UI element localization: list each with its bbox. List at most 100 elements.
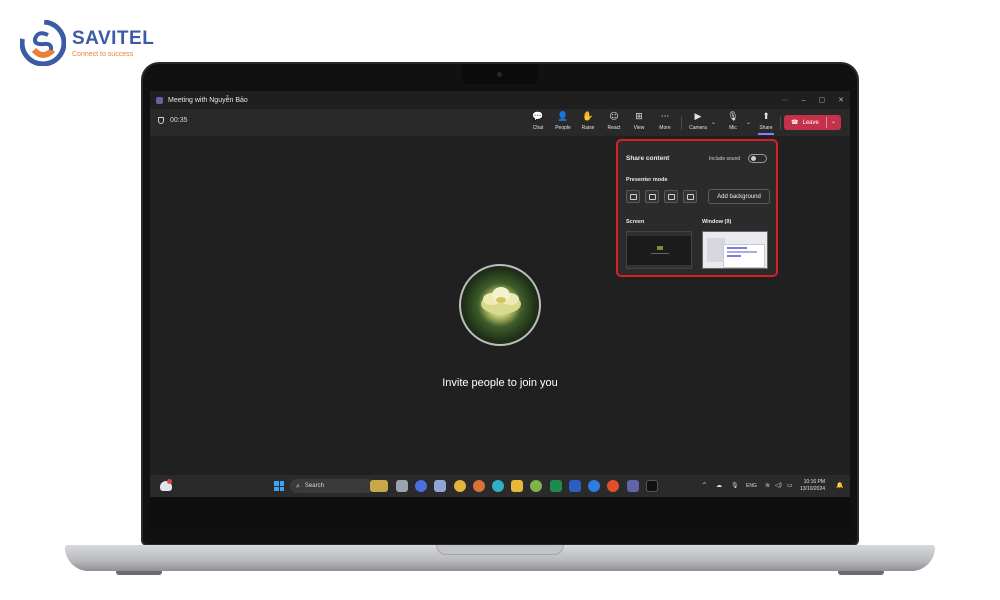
lotus-flower-image — [481, 287, 521, 314]
window-controls: ··· – ▢ ✕ — [782, 91, 844, 109]
camera-button[interactable]: ▶ Camera — [686, 112, 710, 134]
microphone-icon[interactable]: 🎙 — [731, 482, 739, 489]
brand-tagline: Connect to success — [72, 51, 134, 58]
brand-name: SAVITEL — [72, 28, 155, 49]
screen-thumbnail[interactable] — [626, 231, 692, 269]
raise-hand-button[interactable]: ✋ Raise — [576, 112, 600, 134]
edge-icon[interactable] — [492, 480, 504, 492]
thumbnail-avatar — [657, 246, 663, 250]
search-label: Search — [304, 483, 324, 489]
volume-icon[interactable]: ◁) — [775, 482, 782, 489]
react-button[interactable]: ☺ React — [602, 112, 626, 134]
file-explorer-icon[interactable] — [396, 480, 408, 492]
notification-bell-icon[interactable]: 🔔 — [836, 482, 843, 489]
reporter-mode-button[interactable] — [683, 190, 697, 203]
window-section-label: Window (9) — [702, 219, 732, 225]
clock-date: 13/10/2024 — [800, 486, 826, 492]
wifi-icon[interactable]: ≋ — [765, 482, 770, 489]
presenter-mode-label: Presenter mode — [626, 177, 668, 183]
folder-icon[interactable] — [511, 480, 523, 492]
include-sound-toggle[interactable] — [748, 154, 767, 163]
close-button[interactable]: ✕ — [838, 96, 844, 104]
chrome-icon[interactable] — [454, 480, 466, 492]
raise-hand-icon: ✋ — [582, 112, 594, 122]
shield-icon — [158, 117, 164, 124]
more-label: More — [659, 125, 671, 131]
more-button[interactable]: ··· More — [653, 112, 677, 134]
chat-button[interactable]: 💬 Chat — [526, 112, 550, 134]
minimize-button[interactable]: – — [802, 97, 806, 104]
camera-off-icon: ▶ — [694, 112, 702, 122]
search-highlight-icon[interactable] — [370, 480, 388, 492]
people-icon: 👤 — [557, 112, 569, 122]
timer-text: 00:35 — [170, 117, 188, 124]
raise-label: Raise — [581, 125, 595, 131]
show-hidden-icons-chevron-icon[interactable]: ^ — [702, 482, 707, 489]
window-thumbnail[interactable] — [702, 231, 768, 269]
more-options-button[interactable]: ··· — [782, 97, 789, 104]
windows-logo-icon — [279, 486, 284, 491]
start-button[interactable] — [274, 481, 284, 491]
window-title: Meeting with Nguyễn Bảo — [168, 96, 248, 104]
weather-widget-icon[interactable] — [160, 479, 172, 491]
stage: SAVITEL Connect to success Meeting with … — [0, 0, 1000, 600]
title-bar: Meeting with Nguyễn Bảo ··· – ▢ ✕ — [150, 91, 850, 109]
toolbar-divider — [681, 116, 682, 130]
laptop-bezel — [150, 497, 850, 527]
leave-options-chevron-icon[interactable]: ⌄ — [831, 118, 836, 125]
meeting-toolbar: 00:35 💬 Chat 👤 People ✋ Raise ☺ React ⊞ … — [150, 109, 850, 136]
laptop-opening-lip — [436, 545, 564, 555]
side-by-side-mode-button[interactable] — [664, 190, 678, 203]
battery-icon[interactable]: ▭ — [787, 482, 793, 489]
excel-icon[interactable] — [550, 480, 562, 492]
toggle-knob — [751, 156, 756, 161]
tiktok-icon[interactable] — [646, 480, 658, 492]
invite-message: Invite people to join you — [442, 377, 558, 389]
hang-up-icon: ☎ — [791, 120, 799, 126]
camera-label: Camera — [689, 125, 707, 131]
laptop-foot — [838, 571, 884, 575]
media-icon[interactable] — [607, 480, 619, 492]
thumbnail-text — [651, 253, 669, 254]
camera-notch — [462, 64, 538, 84]
mic-options-chevron-icon[interactable]: ⌄ — [746, 119, 751, 126]
view-button[interactable]: ⊞ View — [627, 112, 651, 134]
photos-icon[interactable] — [415, 480, 427, 492]
webcam-icon — [497, 72, 502, 77]
chrome-icon[interactable] — [530, 480, 542, 492]
meeting-timer: 00:35 — [158, 117, 188, 124]
standout-mode-button[interactable] — [645, 190, 659, 203]
word-icon[interactable] — [569, 480, 581, 492]
teams-window: Meeting with Nguyễn Bảo ··· – ▢ ✕ 00:35 … — [150, 91, 850, 497]
mic-button[interactable]: 🎙 Mic — [721, 112, 745, 134]
taskbar-search[interactable]: ⌕ Search — [290, 479, 374, 493]
camera-options-chevron-icon[interactable]: ⌄ — [711, 119, 716, 126]
language-indicator[interactable]: ENG — [746, 483, 757, 489]
teams-taskbar-icon[interactable] — [627, 480, 639, 492]
windows-logo-icon — [274, 486, 279, 491]
chrome-icon[interactable] — [473, 480, 485, 492]
people-label: People — [555, 125, 571, 131]
share-panel-title: Share content — [626, 155, 670, 162]
system-clock[interactable]: 10:16 PM 13/10/2024 — [800, 479, 825, 493]
zalo-icon[interactable] — [588, 480, 600, 492]
brand-logo: SAVITEL Connect to success — [20, 20, 154, 66]
add-background-button[interactable]: Add background — [708, 189, 770, 204]
leave-button[interactable]: ☎ Leave ⌄ — [784, 115, 841, 130]
maximize-button[interactable]: ▢ — [819, 96, 826, 104]
include-sound-label: Include sound — [709, 156, 741, 162]
onedrive-cloud-icon[interactable]: ☁ — [716, 482, 722, 489]
mic-label: Mic — [729, 125, 737, 131]
screen-section-label: Screen — [626, 219, 645, 225]
chat-icon: 💬 — [532, 112, 544, 122]
share-button[interactable]: ⬆ Share — [754, 112, 778, 134]
people-button[interactable]: 👤 People — [551, 112, 575, 134]
thumbnail-line — [727, 247, 747, 249]
teams-icon — [156, 96, 163, 104]
thumbnail-line — [727, 255, 741, 257]
content-only-mode-button[interactable] — [626, 190, 640, 203]
gallery-icon[interactable] — [434, 480, 446, 492]
side-by-side-icon — [668, 194, 675, 200]
view-icon: ⊞ — [635, 112, 643, 122]
thumbnail-titlebar — [627, 232, 691, 236]
